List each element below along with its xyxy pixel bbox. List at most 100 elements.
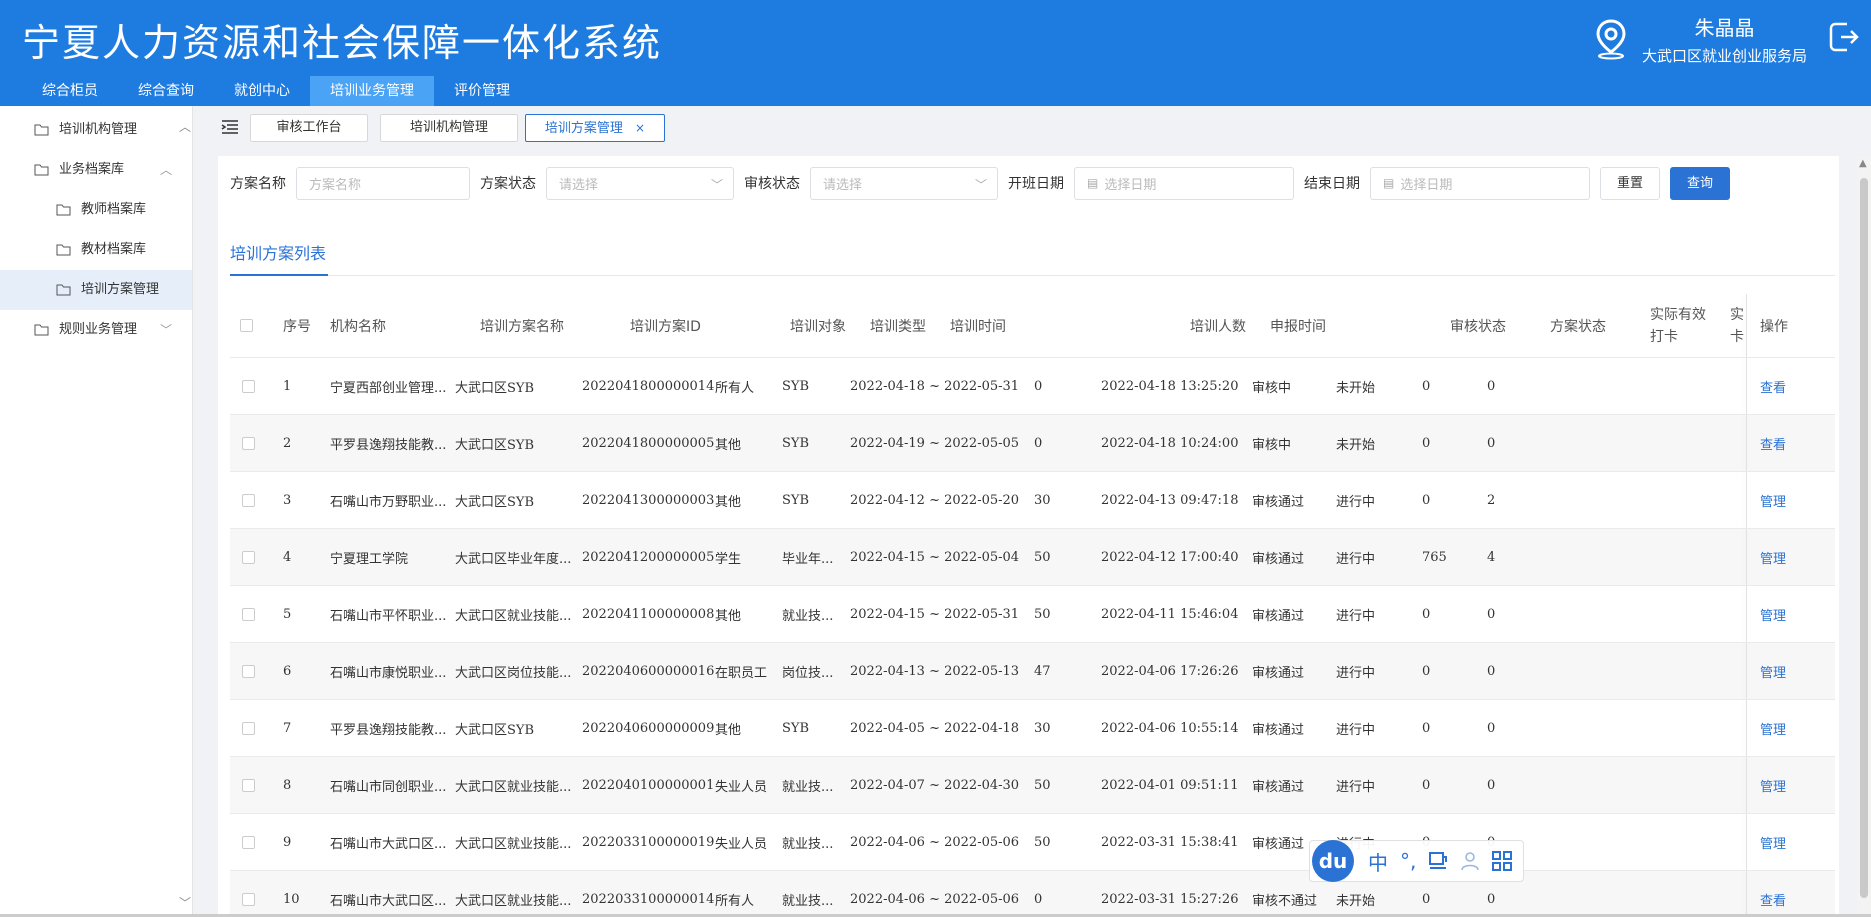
cell-type: SYB — [782, 720, 810, 736]
sidebar-scrollbar[interactable]: ︿ ﹀ — [178, 106, 192, 917]
start-date-placeholder: 选择日期 — [1104, 177, 1157, 193]
row-select-cell — [242, 757, 262, 813]
nav-item-center[interactable]: 就创中心 — [214, 76, 310, 106]
sidebar-item-archive[interactable]: 业务档案库 ︿ — [0, 150, 192, 190]
cell-report-time: 2022-03-31 15:38:41 — [1101, 834, 1239, 850]
cell-plan-id: 2022041800000005 — [582, 435, 715, 451]
plan-status-placeholder: 请选择 — [559, 177, 599, 193]
cell-time: 2022-04-07 ~ 2022-04-30 — [850, 777, 1020, 793]
table-row: 8 石嘴山市同创职业... 大武口区就业技能... 2022040100000001 失… — [230, 757, 1835, 814]
chevron-down-icon: ﹀ — [159, 323, 172, 337]
manage-link[interactable]: 管理 — [1760, 833, 1786, 852]
manage-link[interactable]: 管理 — [1760, 491, 1786, 510]
cell-target: 其他 — [715, 722, 742, 738]
sidebar-item-label: 培训机构管理 — [59, 122, 138, 137]
tab-org-management[interactable]: 培训机构管理 — [380, 114, 518, 142]
user-icon[interactable] — [1459, 850, 1481, 872]
start-date-label: 开班日期 — [1008, 176, 1064, 192]
end-date-placeholder: 选择日期 — [1400, 177, 1453, 193]
scroll-up-icon[interactable]: ▲ — [1859, 158, 1867, 169]
scrollbar-thumb[interactable] — [1860, 178, 1868, 898]
header-extra: 实 卡 — [1730, 294, 1744, 357]
manage-link[interactable]: 管理 — [1760, 548, 1786, 567]
nav-item-training[interactable]: 培训业务管理 — [310, 76, 434, 106]
plan-status-select[interactable]: 请选择 ﹀ — [546, 166, 734, 200]
keyboard-icon[interactable] — [1427, 850, 1449, 872]
manage-link[interactable]: 管理 — [1760, 719, 1786, 738]
ime-punct-toggle[interactable]: °, — [1400, 849, 1416, 873]
logout-icon[interactable] — [1827, 20, 1861, 54]
cell-org: 平罗县逸翔技能教... — [330, 437, 447, 453]
header-count: 培训人数 — [1190, 318, 1246, 335]
cell-op: 查看 — [1760, 358, 1810, 414]
menu-toggle-icon[interactable] — [221, 120, 239, 134]
cell-target: 所有人 — [715, 380, 755, 396]
sidebar-item-rules[interactable]: 规则业务管理 ﹀ — [0, 310, 192, 350]
start-date-picker[interactable]: ▤ 选择日期 — [1074, 166, 1294, 200]
tab-plan-management[interactable]: 培训方案管理 × — [525, 114, 665, 142]
table-header: 序号 机构名称 培训方案名称 培训方案ID 培训对象 培训类型 培训时间 培训人… — [230, 294, 1835, 358]
cell-report-time: 2022-04-11 15:46:04 — [1101, 606, 1239, 622]
manage-link[interactable]: 管理 — [1760, 776, 1786, 795]
cell-type: SYB — [782, 378, 810, 394]
tab-plan-list[interactable]: 培训方案列表 — [230, 240, 329, 276]
cell-checkin: 0 — [1422, 378, 1431, 394]
cell-count: 30 — [1034, 720, 1051, 736]
row-checkbox[interactable] — [242, 550, 255, 564]
audit-status-placeholder: 请选择 — [823, 177, 863, 193]
row-checkbox[interactable] — [242, 664, 255, 678]
view-link[interactable]: 查看 — [1760, 434, 1786, 453]
manage-link[interactable]: 管理 — [1760, 605, 1786, 624]
cell-report-time: 2022-03-31 15:27:26 — [1101, 891, 1239, 907]
page-scrollbar[interactable]: ▲ — [1857, 156, 1871, 917]
row-checkbox[interactable] — [242, 778, 255, 792]
row-checkbox[interactable] — [242, 892, 255, 906]
cell-time: 2022-04-15 ~ 2022-05-04 — [850, 549, 1020, 565]
scroll-down-icon[interactable]: ﹀ — [179, 894, 191, 911]
fixed-column-divider — [1746, 586, 1747, 642]
ime-logo[interactable]: du — [1312, 840, 1354, 882]
nav-item-counter[interactable]: 综合柜员 — [22, 76, 118, 106]
sidebar-item-plan-management[interactable]: 培训方案管理 — [0, 270, 192, 310]
cell-plan-id: 2022041300000003 — [582, 492, 715, 508]
manage-link[interactable]: 管理 — [1760, 662, 1786, 681]
sidebar-item-textbook-archive[interactable]: 教材档案库 — [0, 230, 192, 270]
cell-org: 石嘴山市万野职业... — [330, 494, 447, 510]
scroll-up-icon[interactable]: ︿ — [179, 118, 191, 135]
cell-checkin: 0 — [1422, 606, 1431, 622]
reset-button[interactable]: 重置 — [1600, 166, 1661, 200]
ime-lang-toggle[interactable]: 中 — [1368, 847, 1388, 876]
audit-status-select[interactable]: 请选择 ﹀ — [810, 166, 998, 200]
cell-seq: 10 — [283, 891, 300, 907]
nav-item-query[interactable]: 综合查询 — [118, 76, 214, 106]
sidebar-item-label: 教材档案库 — [81, 242, 147, 257]
row-checkbox[interactable] — [242, 379, 255, 393]
row-checkbox[interactable] — [242, 835, 255, 849]
nav-item-evaluation[interactable]: 评价管理 — [434, 76, 530, 106]
cell-type: 就业技... — [782, 779, 834, 795]
query-button[interactable]: 查询 — [1670, 166, 1731, 200]
top-nav: 综合柜员 综合查询 就创中心 培训业务管理 评价管理 — [22, 76, 530, 106]
close-icon[interactable]: × — [635, 121, 645, 135]
view-link[interactable]: 查看 — [1760, 890, 1786, 909]
cell-org: 石嘴山市平怀职业... — [330, 608, 447, 624]
fixed-column-divider — [1746, 643, 1747, 699]
row-select-cell — [242, 472, 262, 528]
tab-audit-workbench[interactable]: 审核工作台 — [250, 114, 368, 142]
cell-org: 石嘴山市同创职业... — [330, 779, 447, 795]
cell-count: 50 — [1034, 777, 1051, 793]
row-select-cell — [242, 643, 262, 699]
row-checkbox[interactable] — [242, 721, 255, 735]
row-checkbox[interactable] — [242, 607, 255, 621]
cell-op: 查看 — [1760, 871, 1810, 917]
row-checkbox[interactable] — [242, 436, 255, 450]
plan-name-input[interactable]: 方案名称 — [296, 166, 470, 200]
grid-icon[interactable] — [1491, 850, 1513, 872]
end-date-picker[interactable]: ▤ 选择日期 — [1370, 166, 1590, 200]
cell-audit: 审核中 — [1252, 437, 1292, 453]
row-checkbox[interactable] — [242, 493, 255, 507]
sidebar-item-org-management[interactable]: 培训机构管理 — [0, 110, 192, 150]
select-all-checkbox[interactable] — [240, 319, 253, 332]
view-link[interactable]: 查看 — [1760, 377, 1786, 396]
sidebar-item-teacher-archive[interactable]: 教师档案库 — [0, 190, 192, 230]
